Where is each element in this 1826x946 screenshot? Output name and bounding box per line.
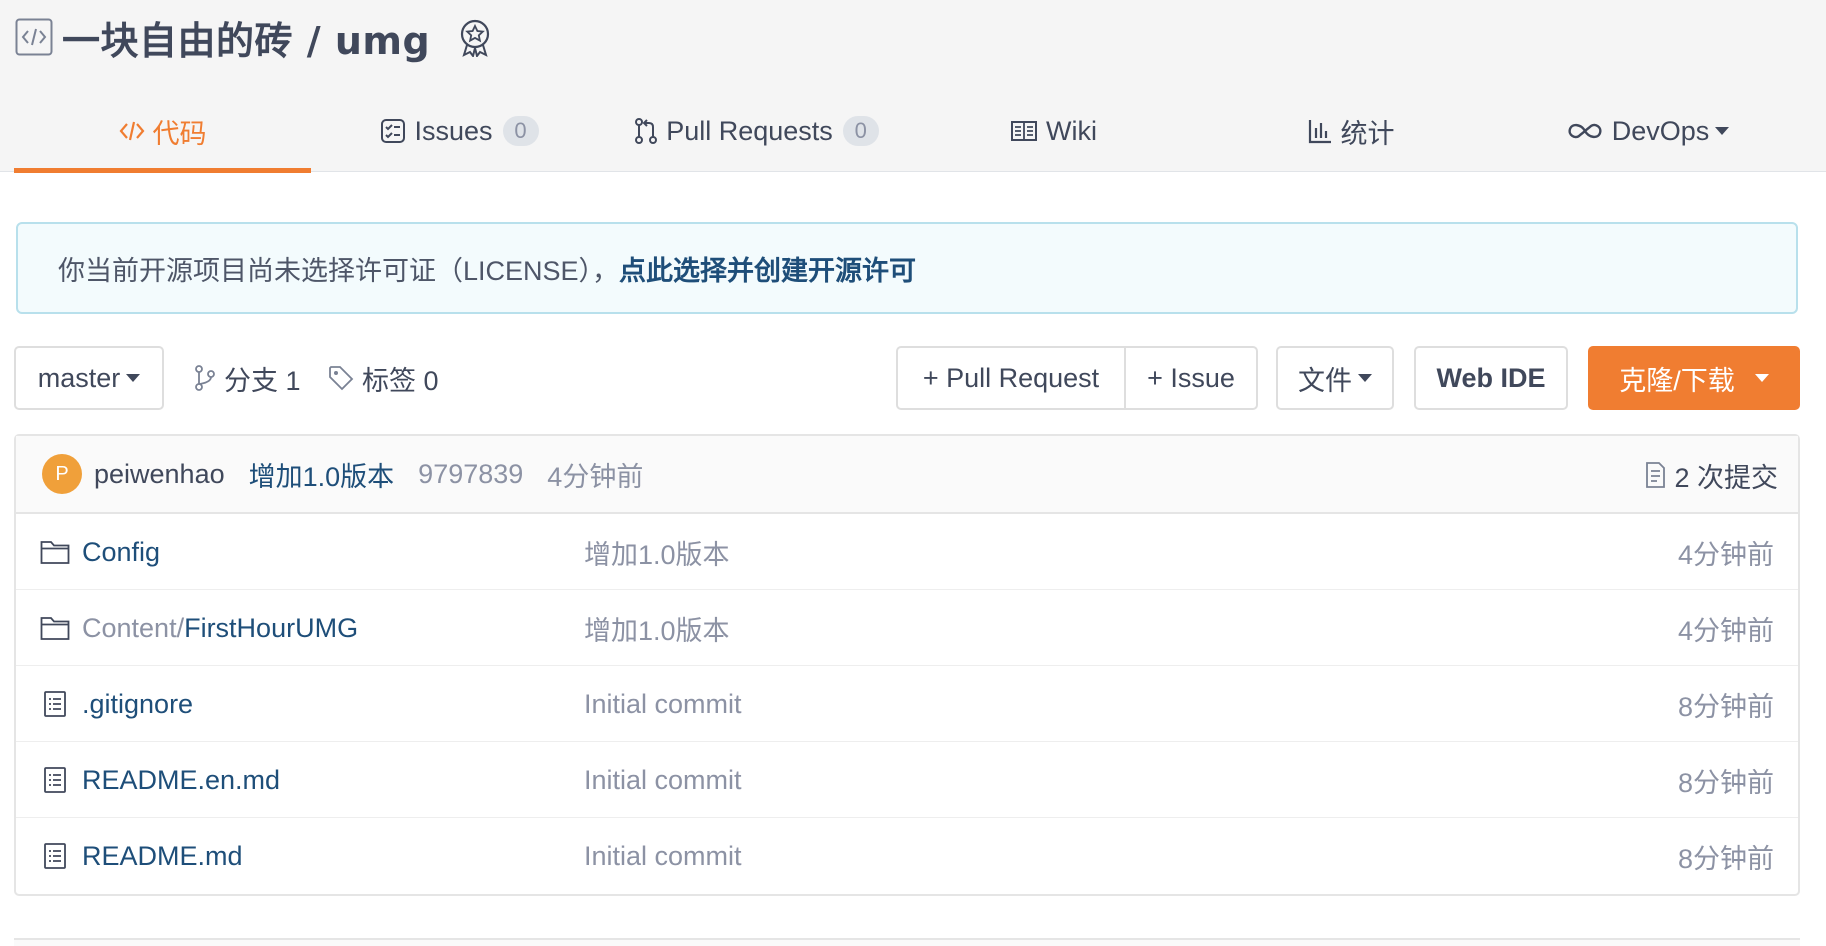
new-issue-button[interactable]: + Issue (1124, 348, 1256, 408)
chevron-down-icon (1715, 127, 1730, 135)
file-path-prefix: Content/ (82, 612, 185, 643)
file-menu-button[interactable]: 文件 (1276, 346, 1394, 410)
tab-label: DevOps (1611, 115, 1710, 146)
commit-sha[interactable]: 9797839 (418, 459, 523, 490)
create-license-link[interactable]: 点此选择并创建开源许可 (619, 249, 916, 288)
license-notice: 你当前开源项目尚未选择许可证（LICENSE）， 点此选择并创建开源许可 (16, 222, 1798, 314)
folder-icon (40, 537, 70, 567)
file-name-link[interactable]: README.md (82, 818, 243, 894)
file-commit-time: 8分钟前 (1677, 843, 1774, 874)
tags-count: 标签 0 (362, 365, 439, 396)
branch-select[interactable]: master (14, 346, 164, 410)
tab-label: 统计 (1340, 118, 1395, 149)
clone-download-button[interactable]: 克隆/下载 (1588, 346, 1800, 410)
file-list: P peiwenhao 增加1.0版本 9797839 4分钟前 2 次提交 C… (14, 434, 1800, 896)
book-icon (1010, 119, 1038, 143)
clone-download-label: 克隆/下载 (1619, 365, 1735, 396)
file-name-link[interactable]: README.en.md (82, 742, 280, 818)
tags-link[interactable]: 标签 0 (328, 346, 439, 410)
license-notice-text: 你当前开源项目尚未选择许可证（LICENSE）， (58, 255, 620, 286)
new-pull-request-button[interactable]: + Pull Request (898, 348, 1124, 408)
file-name: Config (82, 536, 161, 567)
file-icon (40, 765, 70, 795)
tab-devops[interactable]: DevOps (1499, 90, 1796, 172)
repo-toolbar: master 分支 1 标签 0 + Pull Request + Issue … (14, 346, 1800, 410)
commit-count-link[interactable]: 2 次提交 (1644, 436, 1778, 514)
tab-label: 代码 (152, 118, 207, 149)
new-item-button-group: + Pull Request + Issue (896, 346, 1258, 410)
repo-title-bar: 一块自由的砖 / umg (14, 10, 496, 65)
file-name: README.md (82, 840, 243, 871)
tab-label: Issues (414, 115, 493, 146)
file-commit-time: 8分钟前 (1677, 691, 1774, 722)
latest-commit-bar: P peiwenhao 增加1.0版本 9797839 4分钟前 2 次提交 (16, 436, 1798, 514)
next-panel-edge (14, 938, 1800, 946)
file-commit-time: 4分钟前 (1677, 539, 1774, 570)
web-ide-button[interactable]: Web IDE (1414, 346, 1568, 410)
folder-icon (40, 613, 70, 643)
file-row[interactable]: Content/ FirstHourUMG 增加1.0版本 4分钟前 (16, 590, 1798, 666)
tab-wiki[interactable]: Wiki (905, 90, 1202, 172)
commit-author[interactable]: peiwenhao (94, 459, 225, 490)
file-commit-time: 4分钟前 (1677, 615, 1774, 646)
file-name-link[interactable]: Config (82, 514, 160, 590)
file-name: FirstHourUMG (184, 612, 359, 643)
tab-stats[interactable]: 统计 (1202, 90, 1499, 172)
commits-icon (1644, 461, 1666, 489)
tab-pull-requests[interactable]: Pull Requests 0 (608, 90, 905, 172)
file-row[interactable]: README.md Initial commit 8分钟前 (16, 818, 1798, 894)
repo-name[interactable]: 一块自由的砖 / umg (62, 10, 430, 65)
tab-issues[interactable]: Issues 0 (311, 90, 608, 172)
file-commit-message[interactable]: Initial commit (584, 666, 742, 742)
chevron-down-icon (126, 374, 141, 382)
issues-count-badge: 0 (502, 116, 539, 146)
file-row[interactable]: README.en.md Initial commit 8分钟前 (16, 742, 1798, 818)
tab-label: Pull Requests (666, 115, 833, 146)
branches-count: 分支 1 (224, 365, 301, 396)
tab-label: Wiki (1046, 115, 1097, 146)
file-commit-message[interactable]: Initial commit (584, 742, 742, 818)
chevron-down-icon (1358, 374, 1372, 382)
chevron-down-icon (1754, 374, 1769, 382)
repo-tabs: 代码 Issues 0 Pull Requests 0 Wiki 统计 DevO… (14, 90, 1812, 173)
commit-count: 2 次提交 (1674, 462, 1778, 493)
commit-message[interactable]: 增加1.0版本 (249, 455, 395, 494)
file-menu-label: 文件 (1298, 365, 1352, 396)
repo-header: 一块自由的砖 / umg 代码 Issues 0 Pull Requests 0 (0, 0, 1826, 173)
bar-chart-icon (1307, 118, 1333, 144)
tag-icon (328, 365, 354, 391)
file-icon (40, 841, 70, 871)
commit-time: 4分钟前 (547, 461, 644, 492)
file-commit-time: 8分钟前 (1677, 767, 1774, 798)
file-name: .gitignore (82, 688, 194, 719)
file-name: README.en.md (82, 764, 281, 795)
file-name-link[interactable]: Content/ FirstHourUMG (82, 590, 358, 666)
issues-icon (380, 118, 406, 144)
award-badge-icon[interactable] (454, 16, 496, 58)
code-repo-icon (14, 17, 54, 57)
pr-count-badge: 0 (842, 116, 879, 146)
file-name-link[interactable]: .gitignore (82, 666, 193, 742)
file-commit-message[interactable]: 增加1.0版本 (584, 514, 730, 590)
code-icon (119, 118, 145, 144)
file-commit-message[interactable]: Initial commit (584, 818, 742, 894)
avatar[interactable]: P (42, 454, 82, 494)
file-row[interactable]: Config 增加1.0版本 4分钟前 (16, 514, 1798, 590)
file-icon (40, 689, 70, 719)
branch-icon (194, 365, 216, 391)
pull-request-icon (634, 117, 658, 145)
branches-link[interactable]: 分支 1 (194, 346, 301, 410)
file-commit-message[interactable]: 增加1.0版本 (584, 590, 730, 666)
tab-code[interactable]: 代码 (14, 90, 311, 173)
infinity-icon (1566, 120, 1604, 142)
file-row[interactable]: .gitignore Initial commit 8分钟前 (16, 666, 1798, 742)
branch-name: master (37, 362, 121, 393)
